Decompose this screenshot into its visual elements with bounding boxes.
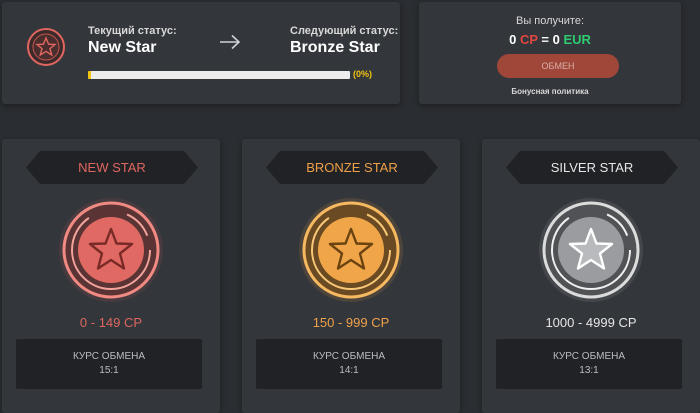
progress-start-marker (88, 71, 91, 79)
equals-sign: = (541, 32, 549, 47)
exchange-rate-box: КУРС ОБМЕНА 14:1 (256, 339, 442, 389)
status-panel: Текущий статус: New Star Следующий стату… (2, 2, 400, 104)
level-ribbon: SILVER STAR (506, 151, 678, 184)
level-name: NEW STAR (78, 160, 146, 175)
bonus-policy-link[interactable]: Бонусная политика (419, 87, 681, 96)
status-progress-bar (88, 71, 350, 79)
current-status-medal-icon (27, 28, 65, 66)
arrow-right-icon (220, 34, 241, 50)
bronze-star-medal-icon (299, 198, 403, 302)
next-status-value: Bronze Star (290, 39, 380, 56)
eur-amount: 0 (552, 32, 560, 47)
level-cp-range: 0 - 149 CP (79, 315, 143, 330)
cp-amount: 0 (509, 32, 517, 47)
exchange-rate-label: КУРС ОБМЕНА (72, 351, 146, 362)
exchange-rate-value: 14:1 (339, 365, 359, 376)
level-card-bronze-star: BRONZE STAR 150 - 999 CP КУРС ОБМЕНА 14:… (242, 139, 460, 413)
current-status-value: New Star (88, 39, 157, 56)
exchange-panel: Вы получите: 0 CP = 0 EUR ОБМЕН Бонусная… (419, 2, 681, 104)
silver-star-medal-icon (539, 198, 643, 302)
exchange-rate-value: 15:1 (99, 365, 119, 376)
eur-unit: EUR (563, 32, 591, 47)
red-star-medal-icon (59, 198, 163, 302)
level-name: SILVER STAR (550, 160, 634, 175)
exchange-rate-label: КУРС ОБМЕНА (552, 351, 626, 362)
level-cp-range: 150 - 999 CP (312, 315, 390, 330)
level-card-silver-star: SILVER STAR 1000 - 4999 CP КУРС ОБМЕНА 1… (482, 139, 700, 413)
level-name: BRONZE STAR (306, 160, 398, 175)
exchange-rate-label: КУРС ОБМЕНА (312, 351, 386, 362)
cp-unit: CP (519, 32, 538, 47)
exchange-button[interactable]: ОБМЕН (497, 54, 619, 78)
level-ribbon: BRONZE STAR (266, 151, 438, 184)
level-card-new-star: NEW STAR 0 - 149 CP КУРС ОБМЕНА 15:1 (2, 139, 220, 413)
exchange-rate-box: КУРС ОБМЕНА 15:1 (16, 339, 202, 389)
exchange-summary: 0 CP = 0 EUR (419, 32, 681, 47)
exchange-title: Вы получите: (515, 15, 584, 27)
next-status-label: Следующий статус: (290, 25, 399, 37)
exchange-rate-value: 13:1 (579, 365, 599, 376)
level-ribbon: NEW STAR (26, 151, 198, 184)
level-cp-range: 1000 - 4999 CP (545, 315, 637, 330)
exchange-rate-box: КУРС ОБМЕНА 13:1 (496, 339, 682, 389)
current-status-label: Текущий статус: (88, 25, 177, 37)
progress-percent: (0%) (353, 69, 373, 79)
